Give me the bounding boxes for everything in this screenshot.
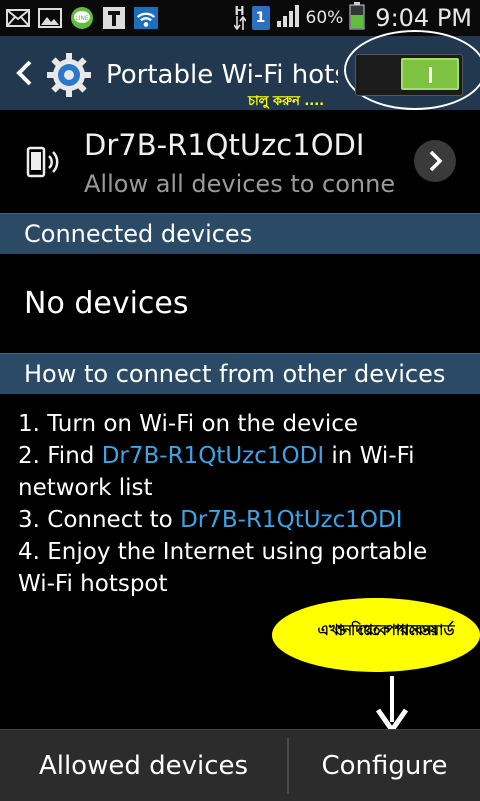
notification-icons: LINE: [6, 4, 158, 32]
svg-text:LINE: LINE: [75, 15, 89, 22]
wifi-icon: [134, 6, 158, 30]
network-name: Dr7B-R1QtUzc1ODI: [84, 128, 365, 162]
toggle-off-segment: [364, 58, 398, 90]
signal-icon: [276, 4, 300, 32]
allowed-devices-button[interactable]: Allowed devices: [0, 730, 287, 801]
battery-percent: 60%: [305, 8, 344, 28]
action-bar: Portable Wi-Fi hotspot চালু করুন ....: [0, 30, 480, 110]
annotation-bubble: এখান থেকে পাসওয়ার্ড ও দিতে পারবেন।: [272, 598, 480, 672]
step-4: 4. Enjoy the Internet using portable Wi-…: [18, 539, 428, 597]
network-subtitle: Allow all devices to connect: [84, 170, 394, 198]
image-icon: [38, 6, 62, 30]
network-type-icon: H: [233, 5, 246, 30]
clock: 9:04 PM: [375, 4, 472, 32]
chevron-right-icon[interactable]: [414, 140, 456, 182]
network-settings-row[interactable]: Dr7B-R1QtUzc1ODI Allow all devices to co…: [0, 110, 480, 212]
step-2-network-name: Dr7B-R1QtUzc1ODI: [101, 443, 325, 469]
configure-button[interactable]: Configure: [289, 730, 480, 801]
instructions: 1. Turn on Wi-Fi on the device 2. Find D…: [18, 408, 468, 600]
no-devices-text: No devices: [24, 286, 189, 321]
battery-icon: [349, 2, 365, 34]
settings-gear-icon: [46, 52, 92, 98]
bottom-action-bar: Allowed devices Configure: [0, 729, 480, 801]
step-2: 2. Find Dr7B-R1QtUzc1ODI in Wi-Fi networ…: [18, 443, 415, 501]
step-1: 1. Turn on Wi-Fi on the device: [18, 411, 359, 437]
system-indicators: H 1 60% 9:04 PM: [233, 0, 472, 36]
step-3: 3. Connect to Dr7B-R1QtUzc1ODI: [18, 507, 403, 533]
mail-icon: [6, 6, 30, 30]
down-arrow-icon: [372, 676, 412, 735]
how-to-connect-header: How to connect from other devices: [0, 353, 480, 394]
page-title: Portable Wi-Fi hotspot: [106, 60, 338, 90]
toggle-on-segment: [401, 58, 459, 90]
phone-hotspot-icon: [24, 142, 64, 182]
t-app-icon: [102, 6, 126, 30]
line-app-icon: LINE: [70, 6, 94, 30]
connected-devices-header: Connected devices: [0, 213, 480, 254]
sim-slot-icon: 1: [251, 6, 270, 30]
back-arrow-icon[interactable]: [10, 58, 40, 88]
hotspot-toggle[interactable]: [355, 54, 463, 96]
step-3-network-name: Dr7B-R1QtUzc1ODI: [180, 507, 403, 533]
